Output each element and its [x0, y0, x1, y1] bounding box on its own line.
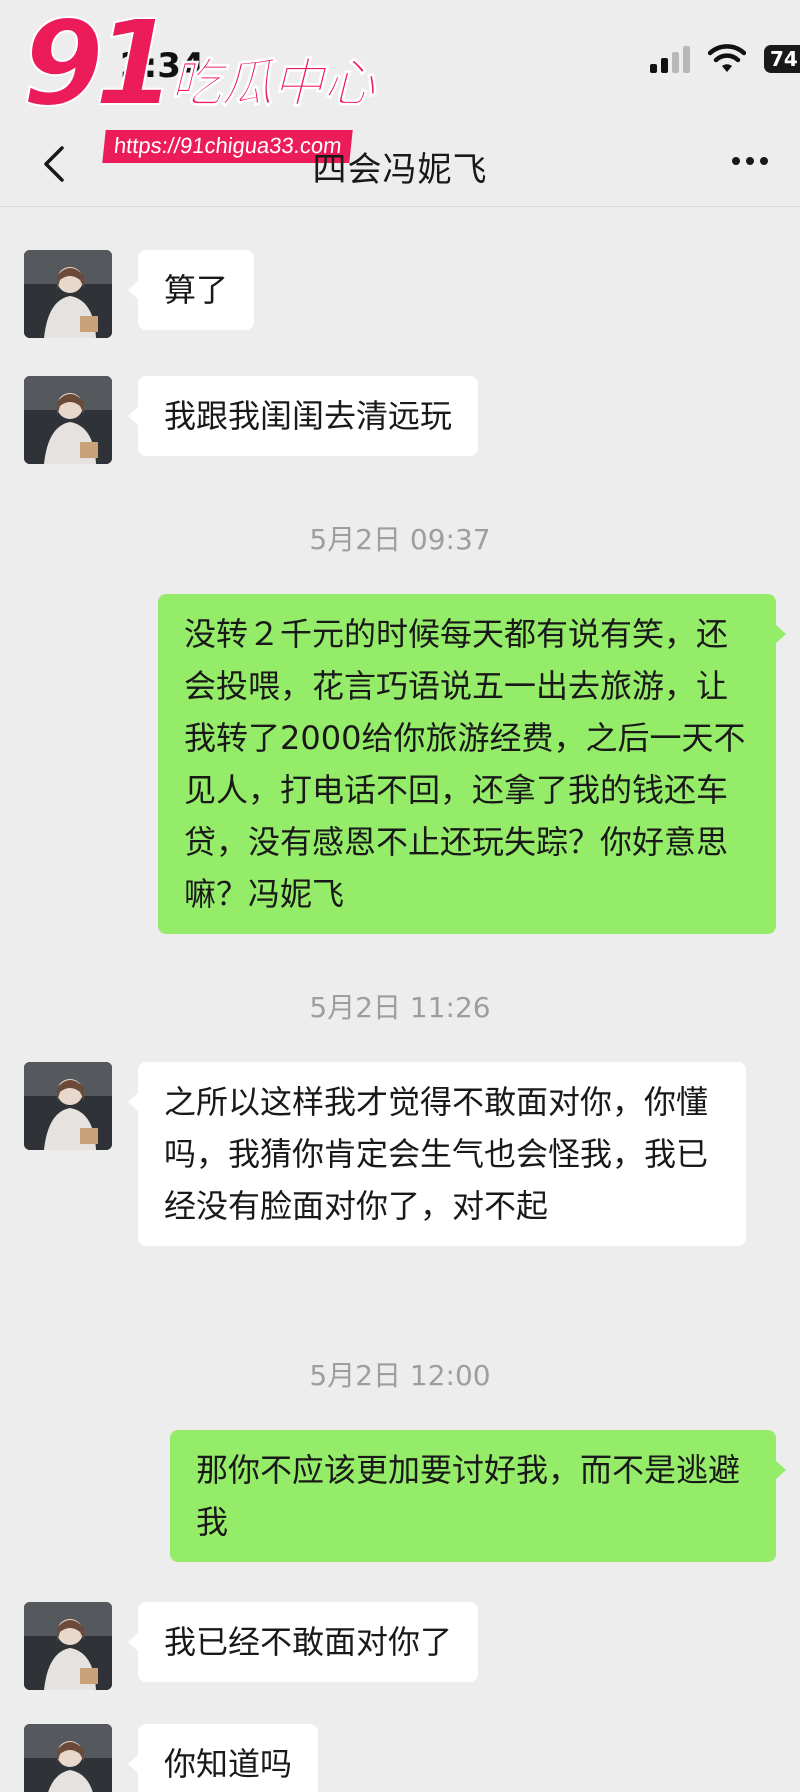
status-icons: 74 — [650, 44, 800, 74]
message-bubble-incoming[interactable]: 我已经不敢面对你了 — [127, 1602, 479, 1682]
chat-title: 四会冯妮飞 — [312, 150, 488, 190]
message-bubble-incoming[interactable]: 之所以这样我才觉得不敢面对你，你懂吗，我猜你肯定会生气也会怪我，我已经没有脸面对… — [128, 1062, 746, 1246]
watermark-number: 91 — [21, 0, 177, 132]
message-bubble-incoming[interactable]: 你知道吗 — [127, 1724, 319, 1792]
message-bubble-outgoing[interactable]: 那你不应该更加要讨好我，而不是逃避我 — [170, 1430, 786, 1562]
message-timestamp: 5月2日 09:37 — [309, 523, 491, 556]
message-bubble-incoming[interactable]: 算了 — [127, 250, 255, 330]
more-options-icon[interactable] — [728, 146, 772, 176]
contact-avatar[interactable] — [24, 250, 112, 338]
contact-avatar[interactable] — [24, 1062, 112, 1150]
message-timestamp: 5月2日 11:26 — [309, 991, 491, 1024]
contact-avatar[interactable] — [24, 1724, 112, 1792]
battery-indicator: 74 — [764, 45, 800, 73]
wifi-icon — [708, 44, 746, 72]
cellular-signal-icon — [650, 45, 690, 73]
message-bubble-outgoing[interactable]: 没转２千元的时候每天都有说有笑，还会投喂，花言巧语说五一出去旅游，让我转了200… — [158, 594, 786, 934]
watermark-title: 吃瓜中心 — [169, 54, 375, 114]
contact-avatar[interactable] — [24, 1602, 112, 1690]
chat-screen: 2:34 74 91 吃瓜中心 https://91chigua33.com 四… — [0, 0, 800, 1792]
message-timestamp: 5月2日 12:00 — [309, 1359, 491, 1392]
message-bubble-incoming[interactable]: 我跟我闺闺去清远玩 — [127, 376, 479, 456]
chat-header: 四会冯妮飞 — [0, 120, 800, 206]
header-divider — [0, 206, 800, 207]
contact-avatar[interactable] — [24, 376, 112, 464]
